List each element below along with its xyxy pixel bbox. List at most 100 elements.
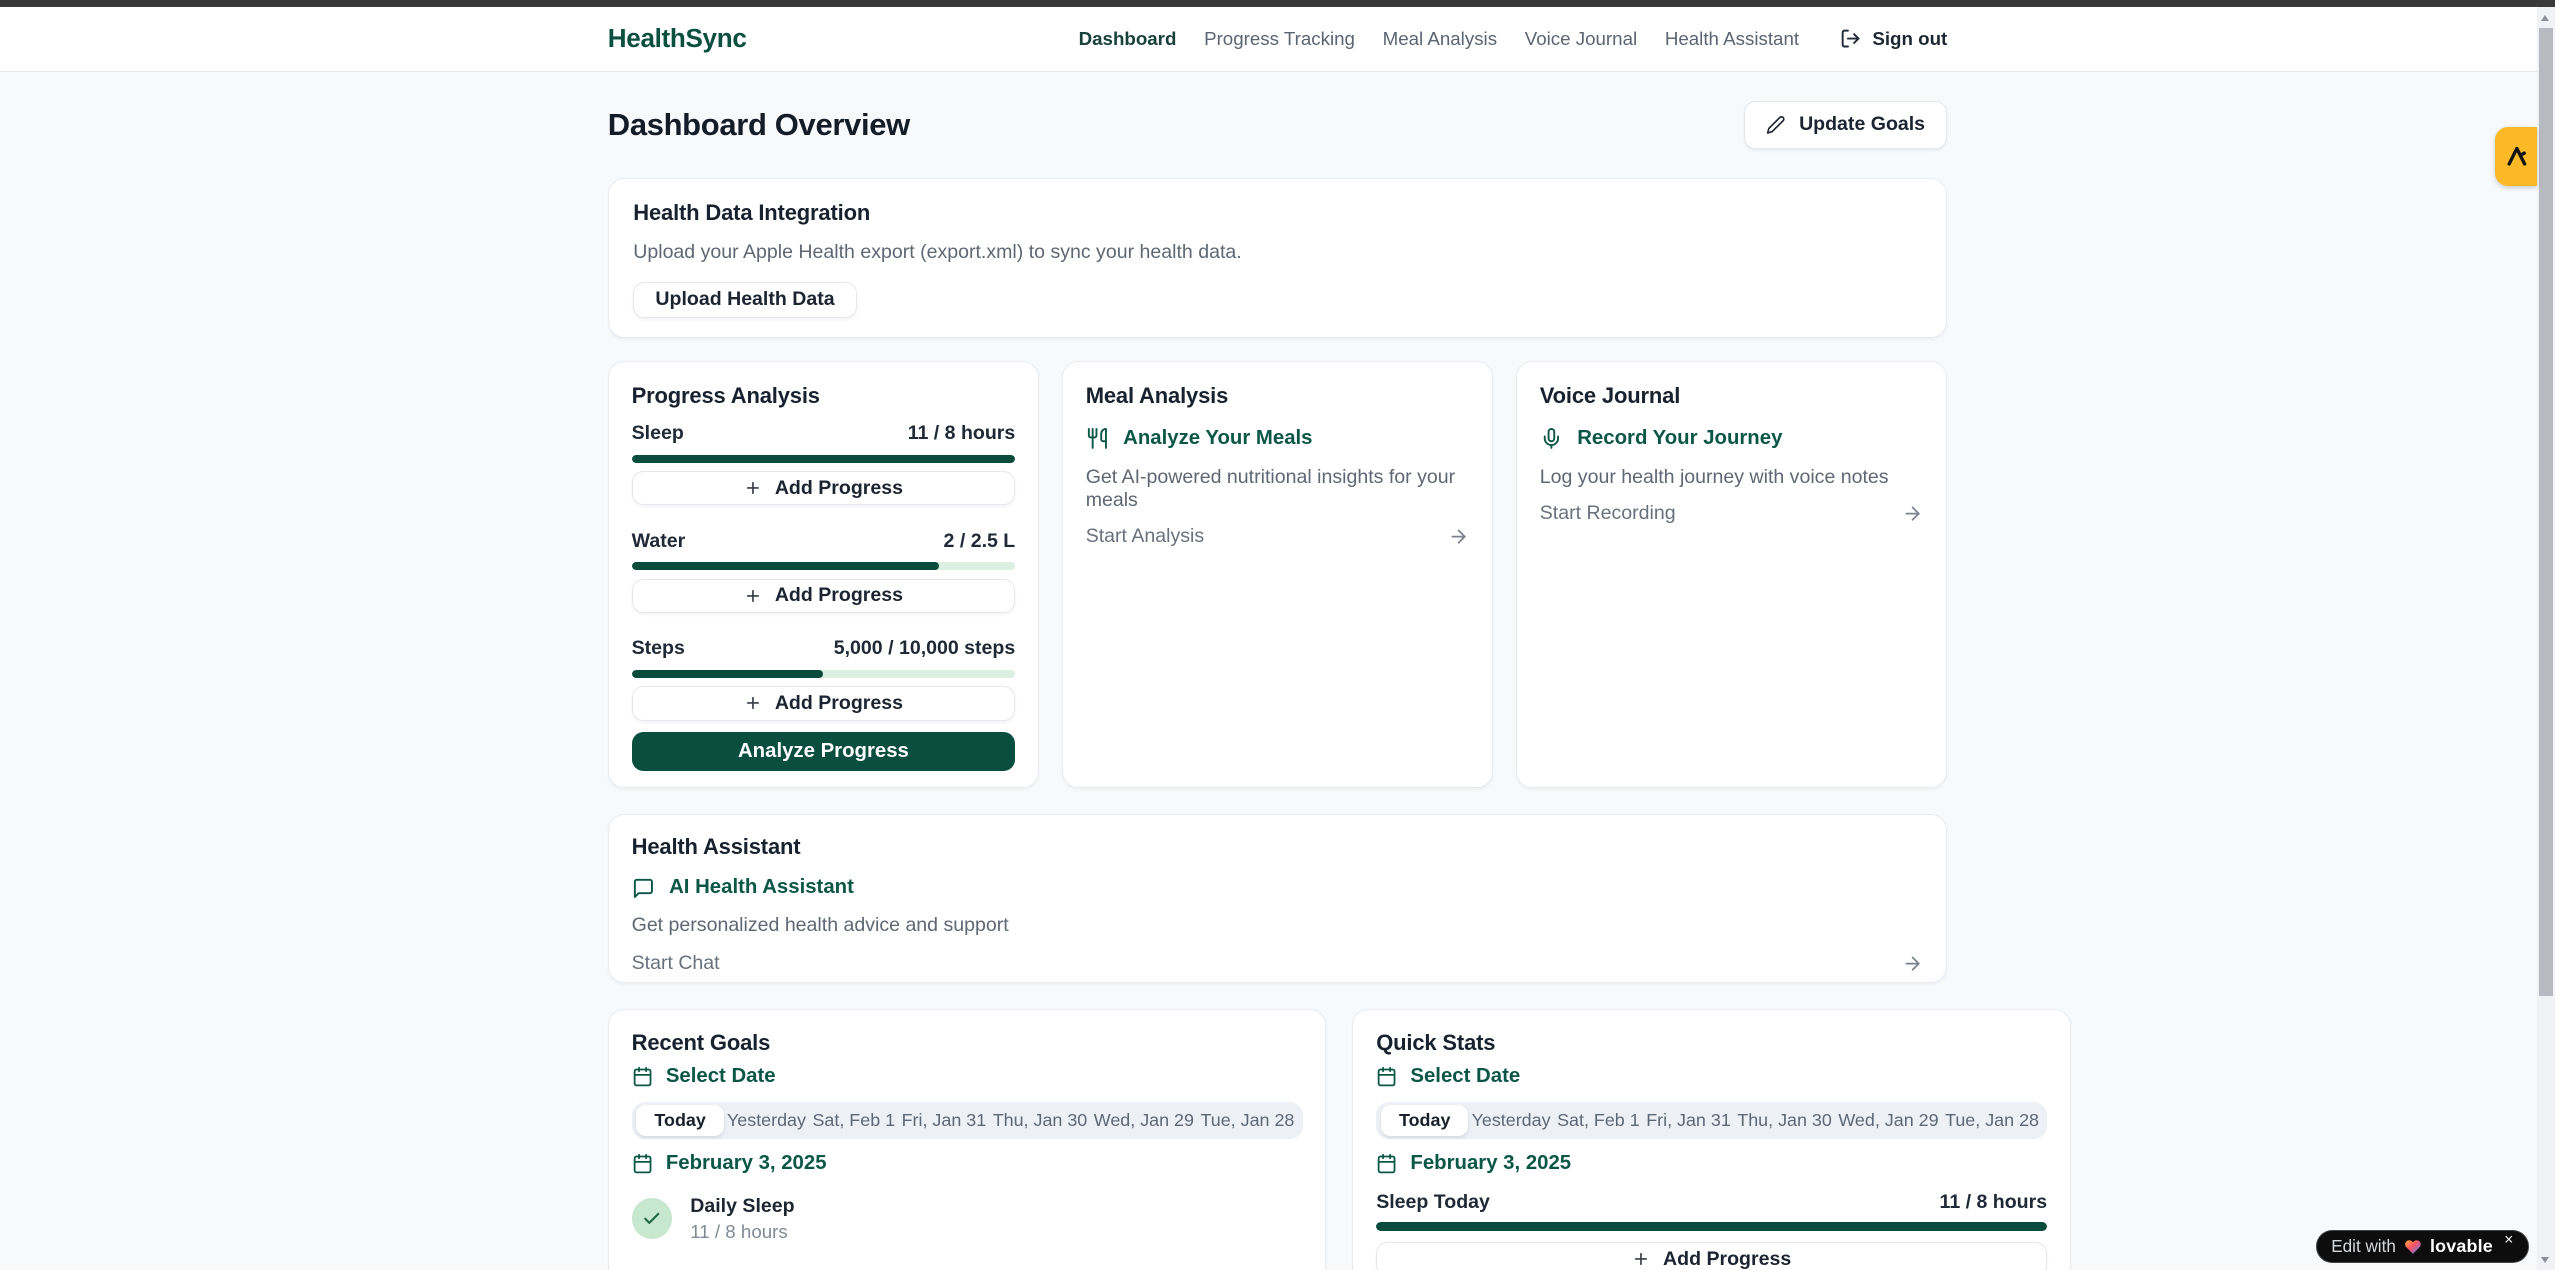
tab-today[interactable]: Today	[636, 1105, 723, 1136]
quick-stats-title: Quick Stats	[1376, 1030, 2047, 1056]
nav-meal-analysis[interactable]: Meal Analysis	[1383, 28, 1497, 50]
site-header: HealthSync Dashboard Progress Tracking M…	[0, 7, 2555, 72]
sleep-add-progress-button[interactable]: Add Progress	[632, 471, 1016, 505]
goal-name: Daily Sleep	[690, 1195, 794, 1218]
steps-add-progress-button[interactable]: Add Progress	[632, 686, 1016, 720]
tab-tue-jan-28[interactable]: Tue, Jan 28	[1942, 1105, 2042, 1136]
integration-description: Upload your Apple Health export (export.…	[633, 241, 1922, 264]
recent-goals-select-date[interactable]: Select Date	[632, 1065, 1303, 1088]
badge-close-icon[interactable]: ×	[2504, 1231, 2513, 1249]
main-content: Dashboard Overview Update Goals Health D…	[0, 72, 2555, 1270]
arrow-right-icon	[1902, 503, 1923, 524]
plus-icon	[744, 587, 762, 605]
analyze-progress-button[interactable]: Analyze Progress	[632, 732, 1016, 771]
tab-yesterday[interactable]: Yesterday	[1468, 1105, 1553, 1136]
recent-goals-date-tabs: Today Yesterday Sat, Feb 1 Fri, Jan 31 T…	[632, 1102, 1303, 1139]
tab-today[interactable]: Today	[1381, 1105, 1468, 1136]
sleep-value: 11 / 8 hours	[908, 422, 1016, 445]
sleep-today-value: 11 / 8 hours	[1940, 1191, 2048, 1214]
tab-fri-jan-31[interactable]: Fri, Jan 31	[1643, 1105, 1734, 1136]
tab-sat-feb-1[interactable]: Sat, Feb 1	[809, 1105, 898, 1136]
nav-health-assistant[interactable]: Health Assistant	[1665, 28, 1799, 50]
page-title: Dashboard Overview	[608, 107, 910, 143]
health-assistant-description: Get personalized health advice and suppo…	[632, 914, 1924, 937]
tab-tue-jan-28[interactable]: Tue, Jan 28	[1197, 1105, 1297, 1136]
sign-out-button[interactable]: Sign out	[1840, 28, 1947, 50]
lovable-brand-label: lovable	[2430, 1236, 2493, 1257]
page-scrollbar[interactable]	[2537, 7, 2555, 1270]
analyze-your-meals-link[interactable]: Analyze Your Meals	[1086, 427, 1470, 450]
meal-analysis-card: Meal Analysis Analyze Your Meals Get AI-…	[1062, 361, 1493, 788]
water-progress-bar	[632, 562, 1016, 570]
lovable-heart-icon	[2404, 1238, 2422, 1256]
goal-value: 11 / 8 hours	[690, 1221, 794, 1243]
microphone-icon	[1540, 427, 1563, 450]
nav-dashboard[interactable]: Dashboard	[1079, 28, 1177, 50]
voice-journal-description: Log your health journey with voice notes	[1540, 466, 1924, 489]
scrollbar-down-arrow[interactable]	[2541, 1257, 2549, 1263]
quick-stats-selected-date[interactable]: February 3, 2025	[1376, 1152, 2047, 1175]
steps-progress-group: Steps 5,000 / 10,000 steps Add Progress	[632, 637, 1016, 720]
plus-icon	[744, 479, 762, 497]
integration-title: Health Data Integration	[633, 200, 1922, 226]
goal-completed-badge	[632, 1198, 673, 1239]
scrollbar-up-arrow[interactable]	[2541, 15, 2549, 21]
peak-logo-icon	[2504, 144, 2528, 168]
meal-analysis-title: Meal Analysis	[1086, 383, 1470, 409]
sign-out-label: Sign out	[1872, 28, 1947, 50]
utensils-icon	[1086, 427, 1109, 450]
water-progress-group: Water 2 / 2.5 L Add Progress	[632, 530, 1016, 613]
start-recording-action[interactable]: Start Recording	[1540, 502, 1924, 525]
health-assistant-card: Health Assistant AI Health Assistant Get…	[608, 814, 1947, 983]
quick-stats-select-date[interactable]: Select Date	[1376, 1065, 2047, 1088]
water-label: Water	[632, 530, 686, 553]
tab-wed-jan-29[interactable]: Wed, Jan 29	[1835, 1105, 1942, 1136]
nav-progress-tracking[interactable]: Progress Tracking	[1204, 28, 1355, 50]
arrow-right-icon	[1902, 953, 1923, 974]
record-your-journey-link[interactable]: Record Your Journey	[1540, 427, 1924, 450]
start-analysis-action[interactable]: Start Analysis	[1086, 525, 1470, 548]
log-out-icon	[1840, 28, 1861, 49]
recent-goals-selected-date[interactable]: February 3, 2025	[632, 1152, 1303, 1175]
recent-goals-card: Recent Goals Select Date Today Yesterday…	[608, 1009, 1327, 1270]
upload-health-data-button[interactable]: Upload Health Data	[633, 282, 857, 318]
tab-yesterday[interactable]: Yesterday	[724, 1105, 809, 1136]
chat-bubble-icon	[632, 877, 655, 900]
health-data-integration-card: Health Data Integration Upload your Appl…	[608, 178, 1947, 338]
side-extension-badge[interactable]	[2495, 127, 2537, 186]
tab-wed-jan-29[interactable]: Wed, Jan 29	[1091, 1105, 1198, 1136]
calendar-icon	[632, 1066, 653, 1087]
tab-sat-feb-1[interactable]: Sat, Feb 1	[1554, 1105, 1643, 1136]
start-chat-action[interactable]: Start Chat	[632, 952, 1924, 975]
nav-voice-journal[interactable]: Voice Journal	[1525, 28, 1637, 50]
sleep-progress-group: Sleep 11 / 8 hours Add Progress	[632, 422, 1016, 505]
health-assistant-title: Health Assistant	[632, 834, 1924, 860]
scrollbar-thumb[interactable]	[2539, 28, 2554, 996]
progress-analysis-card: Progress Analysis Sleep 11 / 8 hours Add…	[608, 361, 1039, 788]
edit-with-lovable-badge[interactable]: Edit with lovable ×	[2316, 1230, 2529, 1263]
quick-stats-date-tabs: Today Yesterday Sat, Feb 1 Fri, Jan 31 T…	[1376, 1102, 2047, 1139]
pencil-icon	[1766, 115, 1786, 135]
tab-fri-jan-31[interactable]: Fri, Jan 31	[898, 1105, 989, 1136]
voice-journal-title: Voice Journal	[1540, 383, 1924, 409]
ai-health-assistant-link[interactable]: AI Health Assistant	[632, 876, 1924, 899]
sleep-today-stat: Sleep Today 11 / 8 hours	[1376, 1191, 2047, 1214]
progress-analysis-title: Progress Analysis	[632, 383, 1016, 409]
arrow-right-icon	[1448, 526, 1469, 547]
update-goals-button[interactable]: Update Goals	[1744, 101, 1947, 149]
water-add-progress-button[interactable]: Add Progress	[632, 579, 1016, 613]
sleep-today-progress-bar	[1376, 1222, 2047, 1230]
quick-stats-add-progress-button[interactable]: Add Progress	[1376, 1242, 2047, 1270]
edit-with-label: Edit with	[2331, 1237, 2396, 1257]
calendar-icon	[1376, 1066, 1397, 1087]
brand-logo[interactable]: HealthSync	[608, 23, 747, 54]
voice-journal-card: Voice Journal Record Your Journey Log yo…	[1516, 361, 1947, 788]
quick-stats-card: Quick Stats Select Date Today Yesterday …	[1352, 1009, 2071, 1270]
sleep-progress-bar	[632, 455, 1016, 463]
healthsync-app: HealthSync Dashboard Progress Tracking M…	[0, 0, 2555, 1270]
tab-thu-jan-30[interactable]: Thu, Jan 30	[1734, 1105, 1835, 1136]
goal-list-item: Daily Sleep 11 / 8 hours	[632, 1195, 1303, 1243]
main-nav: Dashboard Progress Tracking Meal Analysi…	[1079, 28, 1948, 50]
recent-goals-title: Recent Goals	[632, 1030, 1303, 1056]
tab-thu-jan-30[interactable]: Thu, Jan 30	[989, 1105, 1090, 1136]
